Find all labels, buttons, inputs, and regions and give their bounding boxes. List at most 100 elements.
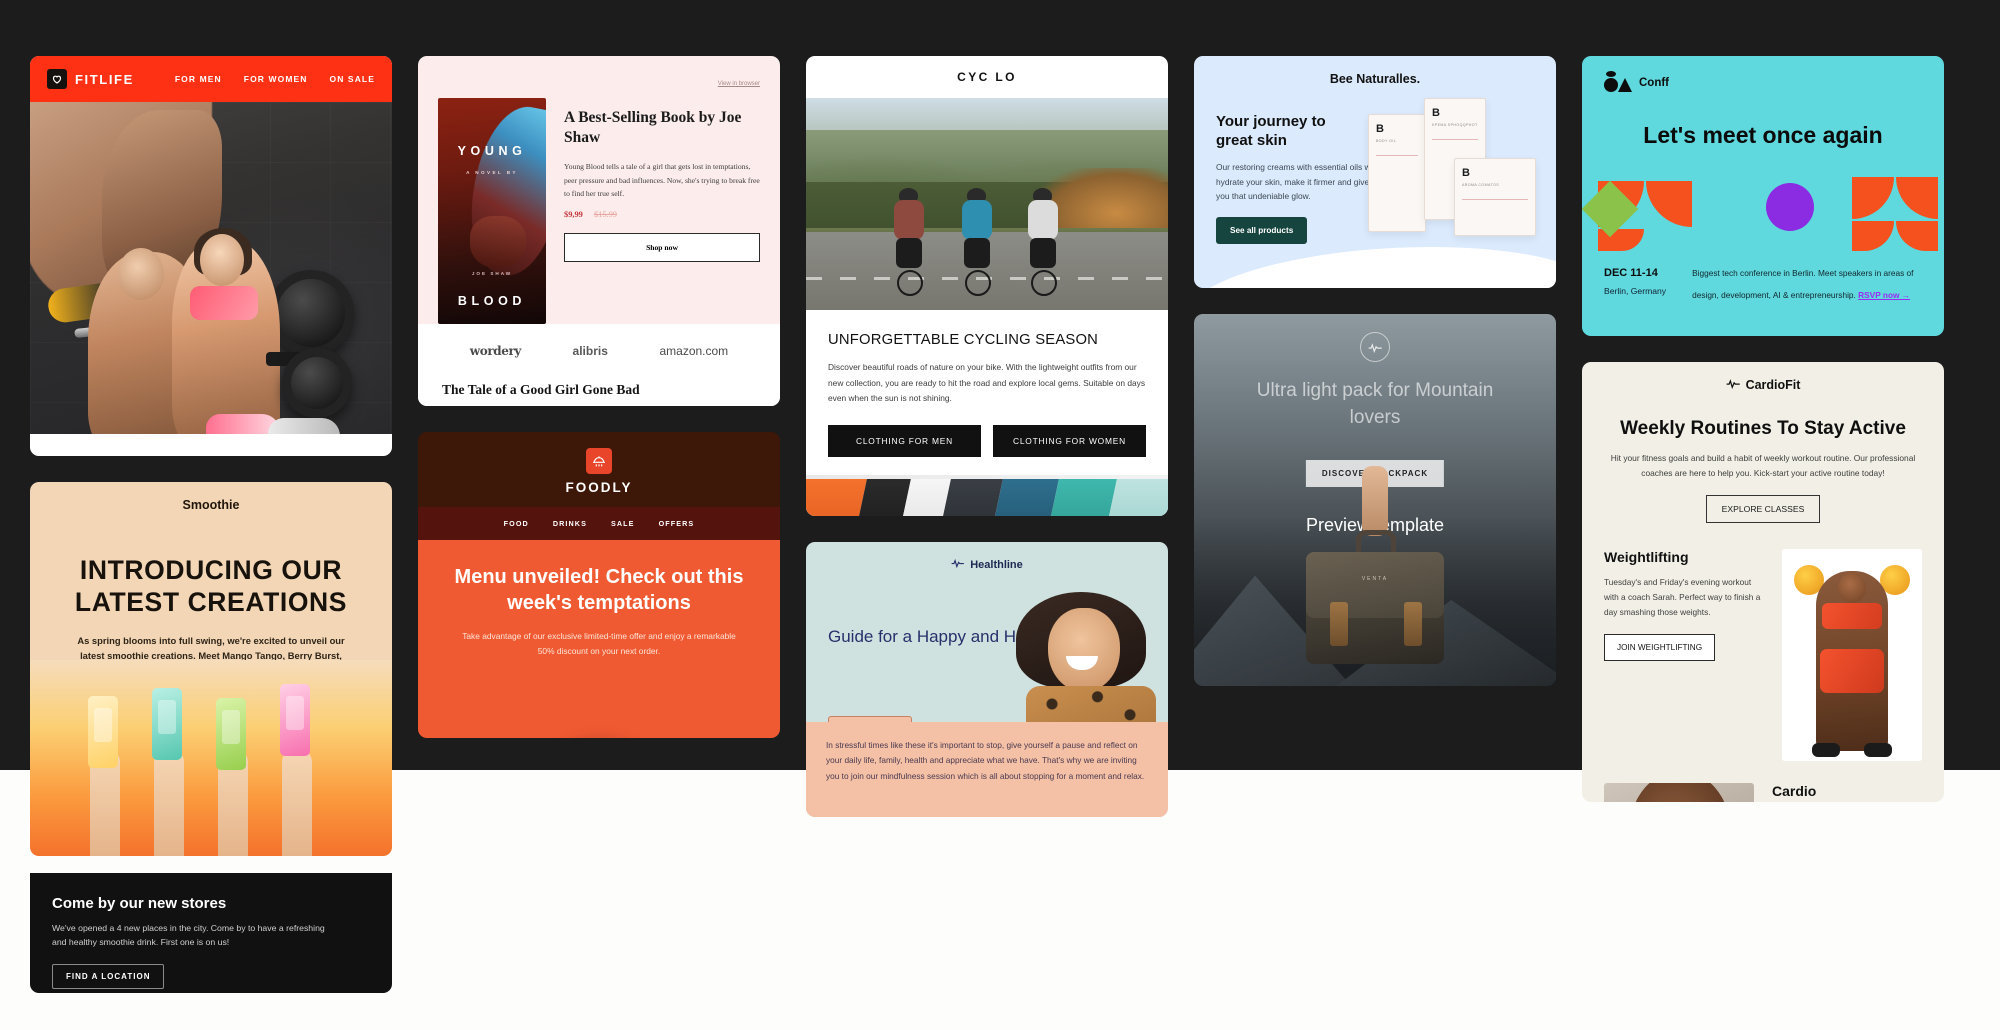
smoothie-heading: INTRODUCING OUR LATEST CREATIONS <box>74 555 348 618</box>
conff-brand: Conff <box>1582 56 1944 92</box>
shop-now-button[interactable]: Shop now <box>564 233 760 263</box>
bee-product-images: B BODY OIL B KPEMA SPHOQQPHOT B AROMA CO… <box>1362 92 1542 248</box>
join-weightlifting-button[interactable]: JOIN WEIGHTLIFTING <box>1604 634 1716 662</box>
cardiofit-brand-name: CardioFit <box>1745 378 1801 392</box>
cycling-brand: CYC LO <box>957 70 1017 84</box>
weightlifting-title: Weightlifting <box>1604 549 1689 566</box>
book-cover-title-top: YOUNG <box>457 144 527 158</box>
weightlifting-photo <box>1782 549 1922 762</box>
backpack-logo-text: VENTA <box>1361 576 1389 582</box>
book-article-title: The Tale of a Good Girl Gone Bad <box>442 382 640 397</box>
heartbeat-icon <box>951 558 965 571</box>
activity-circle-icon <box>1360 332 1390 362</box>
template-card-cycling[interactable]: CYC LO UNFORGETTABLE CYCLING SEASON Disc… <box>806 56 1168 516</box>
foodly-paragraph: Take advantage of our exclusive limited-… <box>462 630 736 656</box>
product-box-1-title: B <box>1376 123 1384 135</box>
book-cover-author: JOE SHAW <box>471 271 513 276</box>
cycling-hero-image <box>806 98 1168 310</box>
explore-classes-button[interactable]: EXPLORE CLASSES <box>1705 495 1821 524</box>
nav-on-sale[interactable]: ON SALE <box>330 74 375 84</box>
gallery-column-3: CYC LO UNFORGETTABLE CYCLING SEASON Disc… <box>806 56 1168 817</box>
template-card-healthline[interactable]: Healthline Guide for a Happy and Healthy… <box>806 542 1168 817</box>
foodly-header: FOODLY <box>418 432 780 507</box>
backpack-heading: Ultra light pack for Mountain lovers <box>1256 380 1494 428</box>
clothing-for-men-button[interactable]: CLOTHING FOR MEN <box>828 424 981 457</box>
book-price: $9,99 $15.99 <box>564 210 760 219</box>
foodly-nav: FOOD DRINKS SALE OFFERS <box>418 507 780 540</box>
book-paragraph: Young Blood tells a tale of a girl that … <box>564 162 760 198</box>
book-cover-subtitle: A NOVEL BY <box>466 170 518 175</box>
template-gallery: FITLIFE FOR MEN FOR WOMEN ON SALE Smooth… <box>0 0 2000 1030</box>
retailer-alibris: alibris <box>572 344 608 358</box>
product-box-3-subtitle: AROMA COMATOS <box>1462 183 1500 187</box>
conff-event-when: DEC 11-14 Berlin, Germany <box>1604 267 1666 302</box>
bee-paragraph: Our restoring creams with essential oils… <box>1216 162 1377 201</box>
book-cover-title-bottom: BLOOD <box>457 294 527 308</box>
healthline-brand: Healthline <box>806 542 1168 571</box>
rsvp-now-link[interactable]: RSVP now → <box>1858 289 1910 302</box>
book-retailer-logos: wordery alibris amazon.com <box>418 324 780 376</box>
book-heading: A Best-Selling Book by Joe Shaw <box>564 109 742 147</box>
bee-brand-name: Bee Naturalles. <box>1329 72 1421 86</box>
book-price-current: $9,99 <box>564 210 583 220</box>
template-card-smoothie[interactable]: Smoothie INTRODUCING OUR LATEST CREATION… <box>30 482 392 856</box>
book-cover-image: YOUNG A NOVEL BY JOE SHAW BLOOD <box>438 98 546 324</box>
gallery-column-1: FITLIFE FOR MEN FOR WOMEN ON SALE Smooth… <box>30 56 392 993</box>
book-article: The Tale of a Good Girl Gone Bad Joy gre… <box>418 376 780 406</box>
cardio-title: Cardio <box>1772 783 1817 800</box>
product-box-2-title: B <box>1432 107 1440 119</box>
conff-brand-name: Conff <box>1639 77 1670 89</box>
foodly-nav-offers[interactable]: OFFERS <box>659 519 695 528</box>
shapes-logo-icon <box>1604 71 1632 92</box>
product-box-2-subtitle: KPEMA SPHOQQPHOT <box>1432 123 1478 127</box>
fitlife-brand-name: FITLIFE <box>75 71 134 87</box>
foodly-body: Menu unveiled! Check out this week's tem… <box>418 540 780 738</box>
clothing-for-women-button[interactable]: CLOTHING FOR WOMEN <box>993 424 1146 457</box>
foodly-nav-sale[interactable]: SALE <box>611 519 635 528</box>
cycling-footer-image <box>806 474 1168 516</box>
nav-for-men[interactable]: FOR MEN <box>175 74 222 84</box>
healthline-brand-name: Healthline <box>970 558 1023 571</box>
backpack-product-image: VENTA <box>1300 466 1450 676</box>
book-price-old: $15.99 <box>593 210 617 220</box>
template-card-stores[interactable]: Come by our new stores We've opened a 4 … <box>30 873 392 993</box>
template-card-foodly[interactable]: FOODLY FOOD DRINKS SALE OFFERS Menu unve… <box>418 432 780 738</box>
nav-for-women[interactable]: FOR WOMEN <box>244 74 308 84</box>
template-card-cardiofit[interactable]: CardioFit Weekly Routines To Stay Active… <box>1582 362 1944 802</box>
template-card-conff[interactable]: Conff Let's meet once again DEC 11-14 Be… <box>1582 56 1944 336</box>
gallery-column-4: Bee Naturalles. Your journey to great sk… <box>1194 56 1556 686</box>
conff-description-block: Biggest tech conference in Berlin. Meet … <box>1692 267 1922 302</box>
heart-icon <box>47 69 67 89</box>
gallery-column-5: Conff Let's meet once again DEC 11-14 Be… <box>1582 56 1944 802</box>
template-card-backpack[interactable]: Ultra light pack for Mountain lovers DIS… <box>1194 314 1556 686</box>
cardiofit-section-cardio: Cardio Prepared to sweat and hike up you… <box>1582 761 1944 802</box>
retailer-amazon: amazon.com <box>659 344 729 358</box>
view-in-browser-link[interactable]: View in browser <box>718 81 760 87</box>
see-all-products-button[interactable]: See all products <box>1216 217 1308 245</box>
cardiofit-section-weightlifting: Weightlifting Tuesday's and Friday's eve… <box>1582 523 1944 762</box>
weightlifting-paragraph: Tuesday's and Friday's evening workout w… <box>1604 577 1761 618</box>
fitlife-brand[interactable]: FITLIFE <box>47 69 134 89</box>
foodly-nav-drinks[interactable]: DRINKS <box>553 519 587 528</box>
stores-heading: Come by our new stores <box>52 895 227 912</box>
find-a-location-button[interactable]: FIND A LOCATION <box>52 963 165 989</box>
template-card-fitlife[interactable]: FITLIFE FOR MEN FOR WOMEN ON SALE <box>30 56 392 456</box>
gallery-column-2: View in browser YOUNG A NOVEL BY JOE SHA… <box>418 56 780 738</box>
product-box-3: B AROMA COMATOS <box>1454 158 1536 236</box>
cycling-header: CYC LO <box>806 56 1168 98</box>
retailer-wordery: wordery <box>469 344 522 358</box>
cardio-photo <box>1604 783 1754 802</box>
template-card-book[interactable]: View in browser YOUNG A NOVEL BY JOE SHA… <box>418 56 780 406</box>
cardiofit-brand: CardioFit <box>1582 362 1944 392</box>
conff-heading: Let's meet once again <box>1643 122 1883 148</box>
cycling-paragraph: Discover beautiful roads of nature on yo… <box>828 362 1146 404</box>
bee-heading: Your journey to great skin <box>1216 113 1326 150</box>
fitlife-hero-image <box>30 102 392 456</box>
cycling-heading: UNFORGETTABLE CYCLING SEASON <box>828 332 1099 348</box>
product-box-1-subtitle: BODY OIL <box>1376 139 1397 143</box>
stores-paragraph: We've opened a 4 new places in the city.… <box>52 923 325 948</box>
book-topbar: View in browser <box>438 72 760 90</box>
template-card-bee-naturalles[interactable]: Bee Naturalles. Your journey to great sk… <box>1194 56 1556 288</box>
cardiofit-paragraph: Hit your fitness goals and build a habit… <box>1610 453 1916 478</box>
foodly-nav-food[interactable]: FOOD <box>504 519 529 528</box>
